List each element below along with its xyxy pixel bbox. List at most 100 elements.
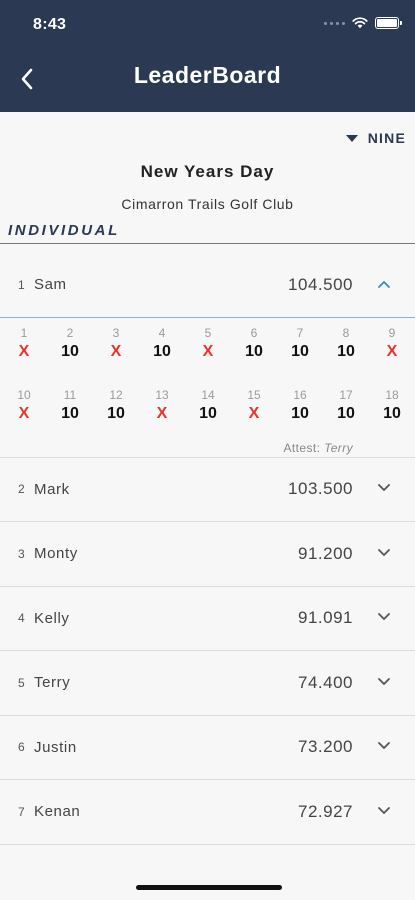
hole-number: 6 (250, 325, 258, 340)
hole-score: X (202, 342, 214, 360)
hole-score: X (156, 404, 168, 422)
hole-number: 5 (204, 325, 212, 340)
hole-score: 10 (291, 404, 309, 422)
hole-cell: 5X (193, 326, 223, 361)
battery-icon (375, 17, 402, 29)
hole-cell: 8 10 (331, 326, 361, 361)
player-row[interactable]: 7 Kenan 72.927 (0, 780, 415, 845)
hole-cell: 9X (377, 326, 407, 361)
hole-cell: 3X (101, 326, 131, 361)
hole-score: 10 (245, 342, 263, 360)
player-position: 5 (18, 675, 25, 690)
chevron-down-icon[interactable] (377, 483, 391, 493)
hole-cell: 18 10 (377, 388, 407, 423)
hole-cell: 1X (9, 326, 39, 361)
page-title: LeaderBoard (133, 62, 282, 88)
hole-scores: 1X 2 10 3X 4 10 5X 6 10 7 10 8 10 9X 10 X 11 10… (0, 318, 415, 458)
player-name: Kenan (34, 803, 81, 821)
hole-score: X (18, 404, 30, 422)
hole-number: 16 (293, 387, 307, 402)
hole-cell: 7 10 (285, 326, 315, 361)
signal-icon (324, 21, 345, 25)
hole-cell: 4 10 (147, 326, 177, 361)
hole-cell: 16 10 (285, 388, 315, 423)
triangle-down-icon (345, 134, 358, 142)
hole-cell: 6 10 (239, 326, 269, 361)
hole-score: 10 (291, 342, 309, 360)
chevron-up-icon[interactable] (377, 279, 391, 289)
attest-label: Attest: (283, 440, 321, 455)
hole-score: 10 (337, 342, 355, 360)
player-name: Monty (34, 545, 78, 563)
player-row[interactable]: 1 Sam 104.500 (0, 253, 415, 318)
leaderboard-list: 1 Sam 104.500 1X 2 10 3X 4 10 5X 6 10 7 10 8… (0, 253, 415, 845)
hole-score: X (386, 342, 398, 360)
hole-number: 2 (66, 325, 74, 340)
attest-text: Attest: Terry (284, 441, 353, 455)
hole-number: 15 (247, 387, 261, 402)
hole-number: 11 (63, 387, 77, 402)
hole-number: 8 (342, 325, 350, 340)
section-divider (0, 243, 415, 244)
hole-score: X (18, 342, 30, 360)
hole-cell: 17 10 (331, 388, 361, 423)
holes-filter-label: NINE (367, 130, 406, 146)
status-time: 8:43 (33, 16, 67, 33)
player-name: Kelly (34, 609, 70, 627)
chevron-down-icon[interactable] (377, 677, 391, 687)
chevron-down-icon[interactable] (377, 806, 391, 816)
hole-cell: 10 X (9, 388, 39, 423)
attest-name: Terry (324, 440, 353, 455)
player-row[interactable]: 4 Kelly 91.091 (0, 587, 415, 651)
player-score: 103.500 (288, 479, 353, 499)
player-score: 104.500 (288, 274, 353, 294)
hole-score: 10 (61, 342, 79, 360)
course-name: Cimarron Trails Golf Club (121, 196, 294, 212)
player-position: 2 (18, 482, 25, 497)
hole-cell: 13 X (147, 388, 177, 423)
player-row[interactable]: 5 Terry 74.400 (0, 651, 415, 716)
player-name: Sam (34, 276, 67, 294)
player-name: Justin (34, 738, 77, 756)
app-header: 8:43 LeaderBoard (0, 0, 415, 112)
player-row[interactable]: 2 Mark 103.500 (0, 458, 415, 522)
status-icons (324, 17, 402, 29)
player-position: 7 (18, 804, 25, 819)
player-position: 6 (18, 740, 25, 755)
player-position: 4 (18, 611, 25, 626)
hole-cell: 15 X (239, 388, 269, 423)
hole-cell: 14 10 (193, 388, 223, 423)
hole-number: 17 (339, 387, 353, 402)
player-position: 1 (18, 277, 25, 292)
hole-score: 10 (153, 342, 171, 360)
hole-score: X (248, 404, 260, 422)
hole-cell: 12 10 (101, 388, 131, 423)
hole-number: 1 (20, 325, 28, 340)
player-row[interactable]: 3 Monty 91.200 (0, 522, 415, 587)
chevron-down-icon[interactable] (377, 548, 391, 558)
holes-filter-dropdown[interactable]: NINE (345, 130, 406, 146)
hole-score: 10 (61, 404, 79, 422)
home-indicator[interactable] (136, 885, 282, 890)
hole-number: 9 (388, 325, 396, 340)
player-position: 3 (18, 546, 25, 561)
hole-score: X (110, 342, 122, 360)
player-score: 74.400 (298, 672, 353, 692)
chevron-down-icon[interactable] (377, 612, 391, 622)
hole-number: 14 (201, 387, 215, 402)
hole-score: 10 (383, 404, 401, 422)
back-nine: 10 X 11 10 12 10 13 X 14 10 15 X 16 10 17 10 18 1… (0, 388, 415, 428)
player-score: 73.200 (298, 737, 353, 757)
player-score: 91.200 (298, 543, 353, 563)
hole-score: 10 (199, 404, 217, 422)
wifi-icon (352, 17, 368, 29)
player-row[interactable]: 6 Justin 73.200 (0, 716, 415, 780)
hole-number: 10 (17, 387, 31, 402)
chevron-down-icon[interactable] (377, 741, 391, 751)
section-label: INDIVIDUAL (8, 222, 120, 239)
front-nine: 1X 2 10 3X 4 10 5X 6 10 7 10 8 10 9X (0, 326, 415, 366)
event-title: New Years Day (140, 162, 275, 181)
hole-number: 13 (155, 387, 169, 402)
hole-number: 4 (158, 325, 166, 340)
hole-score: 10 (107, 404, 125, 422)
